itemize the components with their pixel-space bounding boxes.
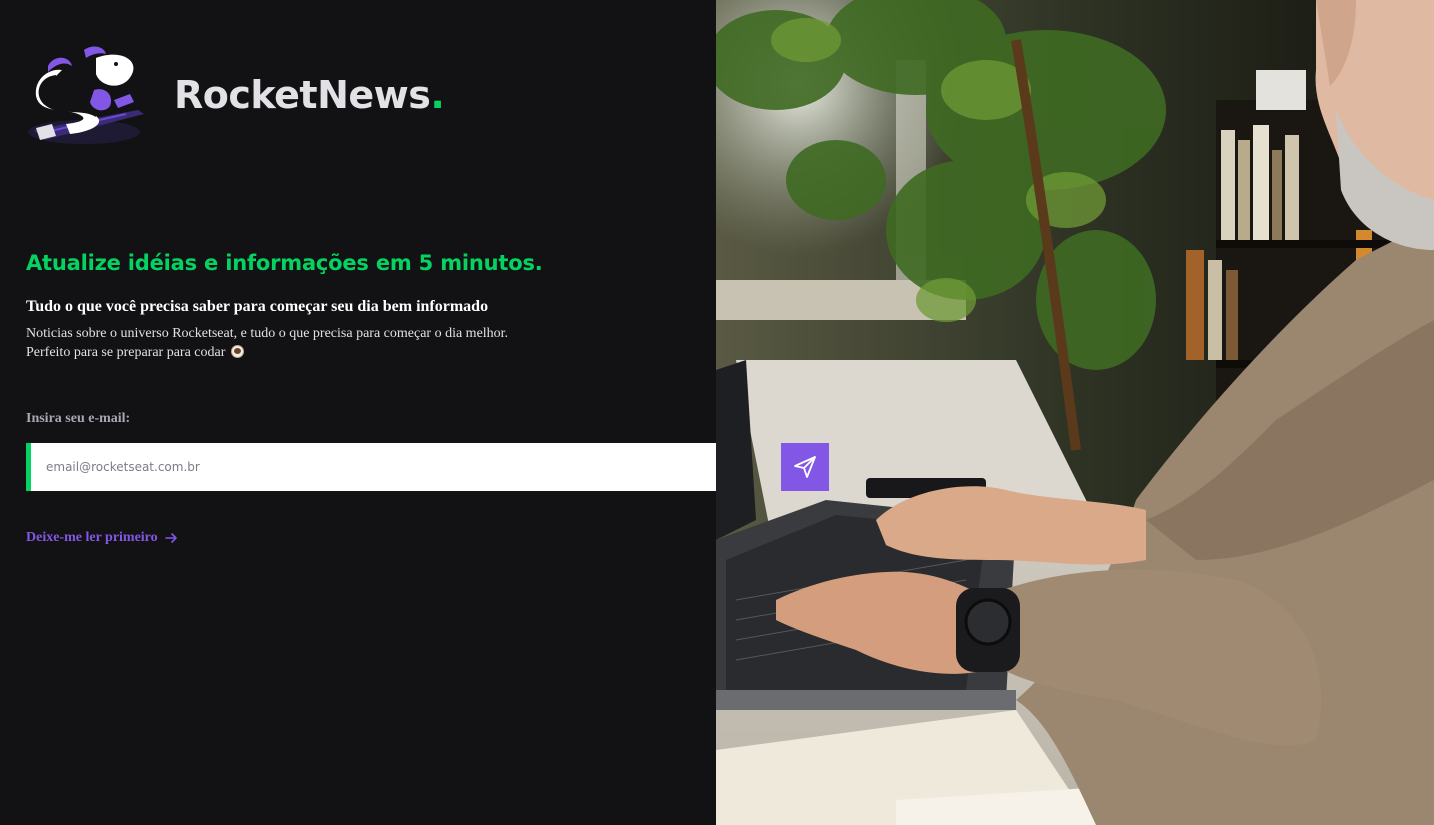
hero-description-line-1: Noticias sobre o universo Rocketseat, e … (26, 326, 509, 341)
hero-description-line-2-text: Perfeito para se preparar para codar (26, 345, 226, 360)
hero-description-line-2: Perfeito para se preparar para codar (26, 343, 508, 362)
man-typing-on-laptop-photo (716, 0, 1434, 825)
send-button[interactable] (781, 443, 829, 491)
arrow-right-icon (164, 533, 177, 543)
read-first-link[interactable]: Deixe-me ler primeiro (26, 528, 178, 548)
hero-photo (716, 0, 1434, 825)
hero-description: Noticias sobre o universo Rocketseat, e … (26, 324, 508, 362)
brand-name: RocketNews. (174, 70, 445, 120)
email-input[interactable] (46, 443, 766, 491)
brand-dot: . (430, 73, 445, 117)
brand-name-text: RocketNews (174, 73, 431, 117)
email-label: Insira seu e-mail: (26, 411, 131, 426)
coffee-emoji-icon (231, 345, 245, 358)
hero-headline: Atualize idéias e informações em 5 minut… (26, 251, 543, 275)
hero-subtitle: Tudo o que você precisa saber para começ… (26, 298, 489, 315)
left-panel: RocketNews. Atualize idéias e informaçõe… (0, 0, 781, 825)
rocket-mascot-illustration (28, 46, 144, 144)
email-field-container (26, 443, 781, 491)
send-icon (794, 456, 816, 478)
read-first-label: Deixe-me ler primeiro (26, 530, 158, 545)
